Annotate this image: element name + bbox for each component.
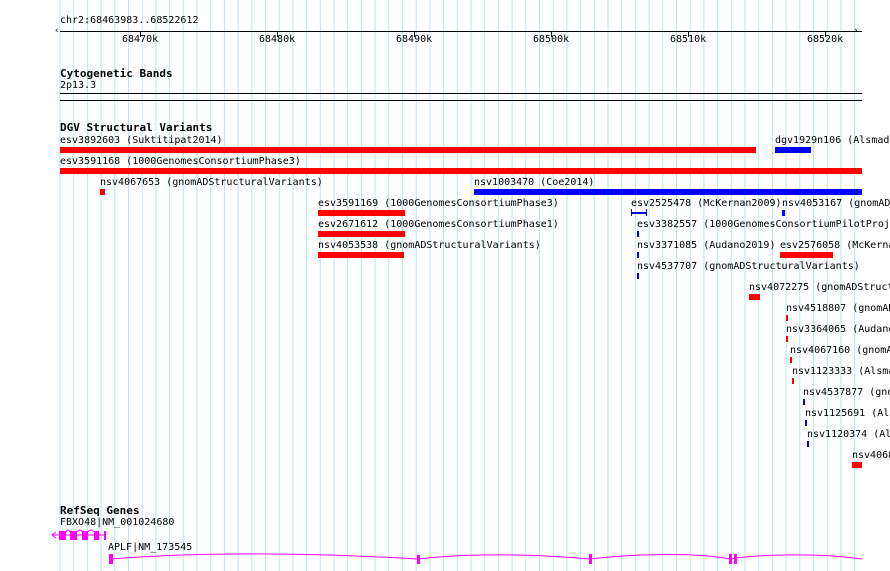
- gene-models[interactable]: [0, 0, 890, 571]
- genome-browser-image: chr2:68463983..68522612 ‹ › 68470k 68480…: [0, 0, 890, 571]
- aplf-gene-model: [109, 553, 863, 564]
- fbxo48-gene-model: [51, 529, 106, 540]
